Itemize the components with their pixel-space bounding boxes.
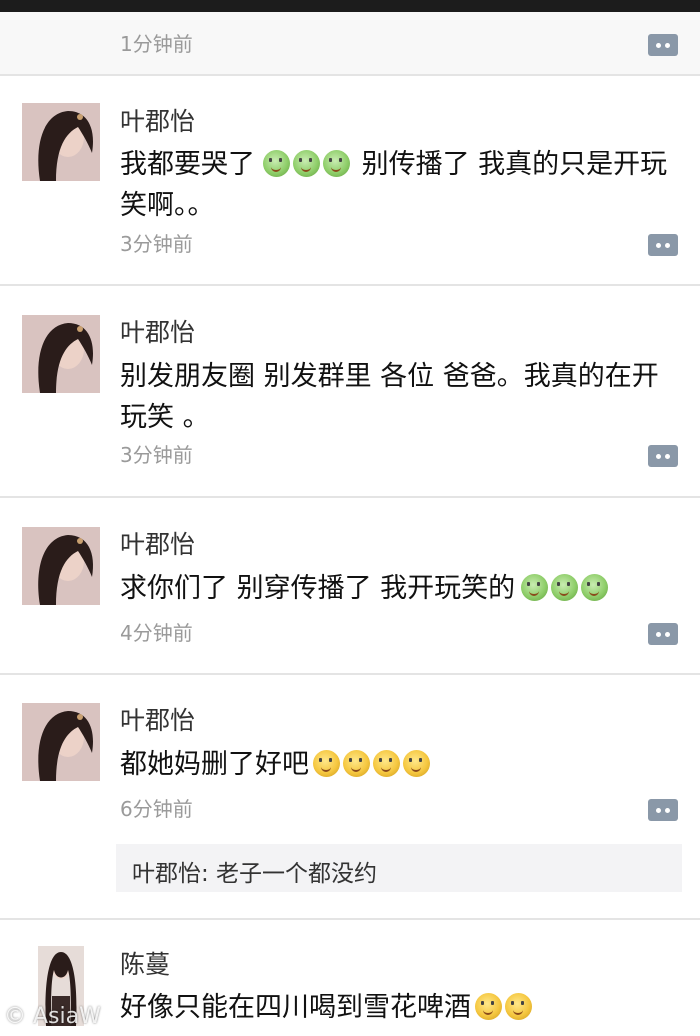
comment-time: 6分钟前 — [120, 797, 193, 821]
comment-text-part: 好像只能在四川喝到雪花啤酒 — [120, 992, 471, 1023]
avatar-photo — [22, 703, 100, 781]
avatar[interactable] — [22, 703, 100, 781]
reply-text: 叶郡怡: 老子一个都没约 — [132, 861, 378, 887]
divider — [0, 284, 700, 286]
comment-text: 都她妈删了好吧 — [120, 744, 668, 785]
grimace-emoji-icon — [551, 574, 579, 601]
avatar-photo — [22, 315, 100, 393]
smile-emoji-icon — [343, 750, 370, 777]
comment-author[interactable]: 叶郡怡 — [120, 530, 195, 560]
comment-text: 别发朋友圈 别发群里 各位 爸爸。我真的在开玩笑 。 — [120, 361, 659, 433]
grimace-emoji-icon — [521, 574, 549, 601]
grimace-emoji-icon — [293, 150, 320, 177]
comment-button[interactable] — [648, 799, 678, 821]
comment-text: 我都要哭了 别传播了 我真的只是开玩笑啊。。 — [120, 144, 668, 226]
comment-button[interactable] — [648, 34, 678, 56]
watermark: © AsiaW — [4, 1004, 101, 1029]
avatar[interactable] — [22, 103, 100, 181]
comment-text-part: 都她妈删了好吧 — [120, 749, 309, 780]
smile-emoji-icon — [505, 993, 532, 1020]
status-bar — [0, 0, 700, 12]
comment-time: 3分钟前 — [120, 232, 193, 256]
smile-emoji-icon — [403, 750, 430, 777]
smile-emoji-icon — [313, 750, 340, 777]
grimace-emoji-icon — [581, 574, 609, 601]
divider — [0, 918, 700, 920]
comment-author[interactable]: 叶郡怡 — [120, 107, 195, 137]
divider — [0, 74, 700, 76]
comment-time: 3分钟前 — [120, 443, 193, 467]
grimace-emoji-icon — [263, 150, 290, 177]
comment-text-part: 求你们了 别穿传播了 我开玩笑的 — [120, 573, 516, 604]
comment-time: 1分钟前 — [120, 32, 193, 56]
reply-box[interactable]: 叶郡怡: 老子一个都没约 — [116, 844, 682, 892]
avatar[interactable] — [22, 527, 100, 605]
comment-button[interactable] — [648, 623, 678, 645]
comment-text-part: 我都要哭了 — [120, 149, 255, 180]
comment-author[interactable]: 叶郡怡 — [120, 706, 195, 736]
avatar-photo — [22, 527, 100, 605]
smile-emoji-icon — [475, 993, 502, 1020]
comment-time: 4分钟前 — [120, 621, 193, 645]
grimace-emoji-icon — [323, 150, 350, 177]
comment-author[interactable]: 叶郡怡 — [120, 318, 195, 348]
divider — [0, 673, 700, 675]
avatar-photo — [22, 103, 100, 181]
comment-text: 求你们了 别穿传播了 我开玩笑的 — [120, 568, 668, 609]
comment-author[interactable]: 陈蔓 — [120, 950, 170, 980]
previous-comment-footer: 1分钟前 — [0, 12, 700, 74]
comment-button[interactable] — [648, 234, 678, 256]
avatar[interactable] — [22, 315, 100, 393]
smile-emoji-icon — [373, 750, 400, 777]
divider — [0, 496, 700, 498]
comment-text: 好像只能在四川喝到雪花啤酒 — [120, 987, 668, 1028]
comment-button[interactable] — [648, 445, 678, 467]
